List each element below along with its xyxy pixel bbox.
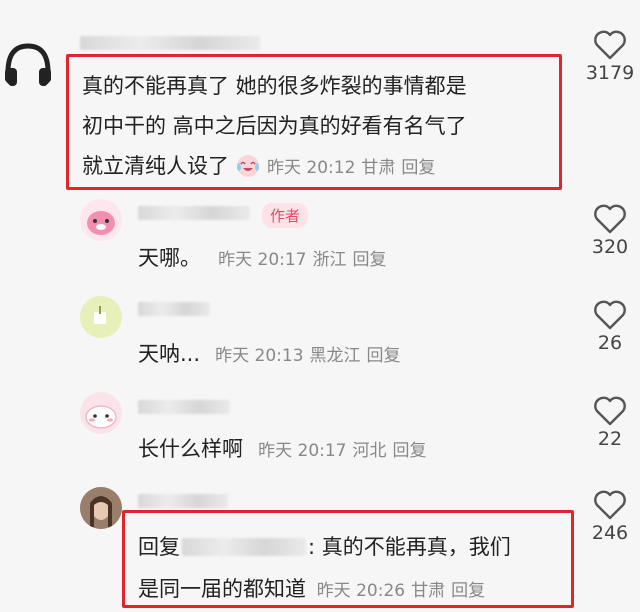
like-count: 22 xyxy=(597,428,623,450)
avatar[interactable] xyxy=(80,296,122,338)
like-button[interactable]: 320 xyxy=(578,204,640,258)
comment-time: 昨天 20:17 xyxy=(218,250,307,270)
comment-text: 天呐... xyxy=(138,342,201,366)
like-button[interactable]: 246 xyxy=(578,490,640,544)
avatar-headphones[interactable] xyxy=(0,36,56,92)
comment-location: 浙江 xyxy=(312,250,347,270)
like-button[interactable]: 22 xyxy=(578,396,640,450)
photo-avatar-icon xyxy=(80,487,122,529)
like-count: 26 xyxy=(597,332,623,354)
comment-text: 长什么样啊 xyxy=(138,437,243,461)
comment-text: 天哪。 xyxy=(138,246,201,270)
like-count: 3179 xyxy=(585,62,635,84)
green-cup-avatar-icon xyxy=(94,306,106,324)
comment-time: 昨天 20:17 xyxy=(258,441,347,461)
like-button[interactable]: 3179 xyxy=(578,30,640,84)
pink-pig-avatar-icon xyxy=(87,211,115,235)
username-blurred[interactable] xyxy=(138,206,250,220)
heart-outline-icon xyxy=(594,396,626,426)
reply-button[interactable]: 回复 xyxy=(367,346,401,366)
like-count: 246 xyxy=(591,522,629,544)
username-blurred[interactable] xyxy=(138,302,210,316)
comment-location: 黑龙江 xyxy=(309,346,361,366)
heart-outline-icon xyxy=(594,30,626,60)
heart-outline-icon xyxy=(594,490,626,520)
username-blurred[interactable] xyxy=(138,494,228,508)
reply-button[interactable]: 回复 xyxy=(353,250,387,270)
like-button[interactable]: 26 xyxy=(578,300,640,354)
heart-outline-icon xyxy=(594,300,626,330)
username-blurred[interactable] xyxy=(80,36,260,50)
pink-bunny-avatar-icon xyxy=(85,405,117,429)
avatar[interactable] xyxy=(80,392,122,434)
avatar[interactable] xyxy=(80,199,122,241)
author-badge: 作者 xyxy=(262,203,309,228)
comment-location: 河北 xyxy=(352,441,387,461)
avatar[interactable] xyxy=(80,487,122,529)
headphones-icon xyxy=(5,43,51,86)
highlight-box xyxy=(66,54,562,190)
like-count: 320 xyxy=(591,236,629,258)
reply-button[interactable]: 回复 xyxy=(393,441,427,461)
comment-time: 昨天 20:13 xyxy=(215,346,304,366)
heart-outline-icon xyxy=(594,204,626,234)
username-blurred[interactable] xyxy=(138,400,230,414)
highlight-box xyxy=(122,510,574,608)
